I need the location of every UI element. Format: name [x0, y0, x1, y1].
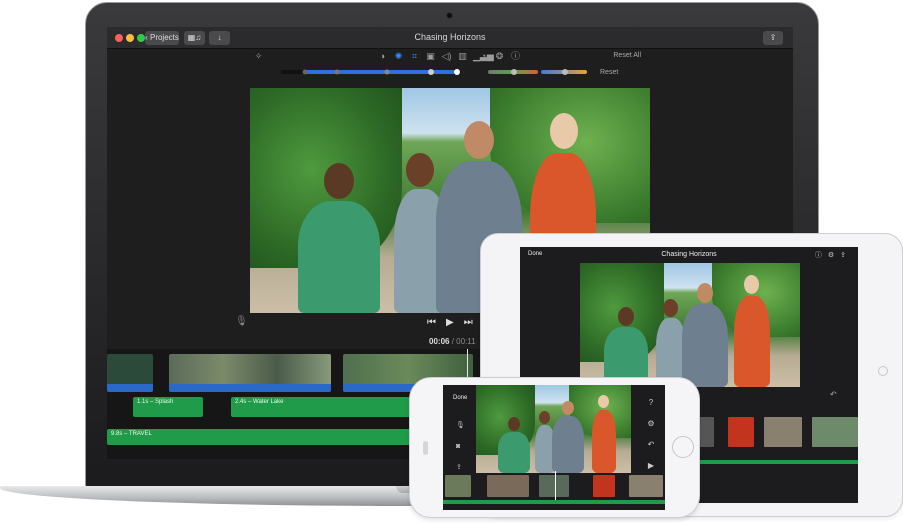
person-image: [498, 417, 530, 473]
clip-thumbnail[interactable]: [764, 417, 802, 447]
iphone-audio-track[interactable]: [443, 500, 665, 504]
iphone-video-viewer: [476, 385, 631, 473]
saturation-knob[interactable]: [511, 69, 517, 75]
magic-wand-icon[interactable]: ✧: [253, 51, 264, 62]
video-clip[interactable]: [107, 354, 153, 392]
video-clip[interactable]: [169, 354, 331, 392]
undo-icon[interactable]: ↶: [644, 434, 658, 455]
stabilization-icon[interactable]: ▣: [425, 51, 436, 62]
ipad-audio-track[interactable]: [690, 460, 858, 464]
camera-icon[interactable]: ◙: [456, 436, 465, 457]
reset-all-button[interactable]: Reset All: [613, 52, 641, 59]
iphone-right-tools: ? ⚙ ↶ ▶: [644, 392, 658, 476]
devices-scene: ‹ Projects ▦♫ ↓ Chasing Horizons ⇪ ✧ ◑ ✺…: [0, 0, 903, 525]
color-sliders: [281, 69, 587, 75]
playhead[interactable]: [555, 471, 556, 501]
speed-icon[interactable]: ◔: [478, 51, 489, 62]
iphone-speaker: [423, 441, 428, 455]
ipad-home-button[interactable]: [878, 366, 888, 376]
clip-thumbnail[interactable]: [728, 417, 754, 447]
color-correction-icon[interactable]: ✺: [393, 51, 404, 62]
slider-knob-black[interactable]: [302, 69, 308, 75]
iphone-home-button[interactable]: [672, 436, 694, 458]
play-icon[interactable]: ▶: [644, 455, 658, 476]
clip-thumbnail[interactable]: [445, 475, 471, 497]
person-image: [604, 307, 648, 387]
iphone-timeline-strip: [443, 471, 665, 501]
info-icon[interactable]: ⓘ: [510, 51, 521, 62]
skip-back-icon[interactable]: ⏮: [427, 317, 446, 328]
transport-controls: ⏮▶⏭: [427, 317, 483, 328]
share-icon[interactable]: ⇪: [763, 31, 783, 45]
noise-reduction-icon[interactable]: ▥: [457, 51, 468, 62]
ipad-top-icons: ⓘ⚙⇪: [815, 250, 852, 260]
iphone-left-tools: 🎙 ◙ ⇪: [456, 415, 465, 478]
help-icon[interactable]: ⓘ: [815, 252, 828, 259]
title-bar: ‹ Projects ▦♫ ↓ Chasing Horizons ⇪: [107, 27, 793, 49]
window-title: Chasing Horizons: [414, 32, 486, 42]
timecode: 00:06 / 00:11: [429, 337, 476, 346]
crop-icon[interactable]: ⌗: [409, 51, 420, 62]
settings-icon[interactable]: ⚙: [644, 413, 658, 434]
filter-icon[interactable]: ❂: [494, 51, 505, 62]
export-icon[interactable]: ⇪: [840, 252, 852, 259]
person-image: [552, 401, 584, 473]
slider-knob-contrast[interactable]: [428, 69, 434, 75]
color-balance-icon[interactable]: ◑: [377, 51, 388, 62]
clip-thumbnail[interactable]: [593, 475, 615, 497]
person-image: [298, 163, 380, 313]
slider-knob-shadows[interactable]: [334, 69, 340, 75]
slider-knob-highlights[interactable]: [454, 69, 460, 75]
audio-clip[interactable]: 1.1s – Splash: [133, 397, 203, 417]
help-icon[interactable]: ?: [644, 392, 658, 413]
adjustment-toolbar: ✧ ◑ ✺ ⌗ ▣ ◁) ▥ ▁▃▅ ◔ ❂ ⓘ Reset All: [107, 49, 793, 65]
person-image: [726, 275, 774, 387]
ipad-video-viewer: [580, 263, 800, 387]
volume-icon[interactable]: ◁): [441, 51, 452, 62]
camera-dot: [446, 12, 453, 19]
temperature-knob[interactable]: [562, 69, 568, 75]
clip-thumbnail[interactable]: [487, 475, 529, 497]
project-title: Chasing Horizons: [661, 251, 717, 258]
done-button[interactable]: Done: [453, 395, 467, 401]
clip-thumbnail[interactable]: [812, 417, 858, 447]
slider-knob-brightness[interactable]: [384, 69, 390, 75]
clip-thumbnail[interactable]: [629, 475, 663, 497]
clip-thumbnail[interactable]: [539, 475, 569, 497]
person-image: [586, 395, 620, 473]
microphone-icon[interactable]: 🎙: [456, 415, 465, 436]
play-icon[interactable]: ▶: [446, 317, 464, 328]
person-image: [682, 283, 728, 387]
microphone-icon[interactable]: 🎙: [235, 316, 248, 327]
undo-icon[interactable]: ↶: [830, 390, 837, 399]
reset-button[interactable]: Reset: [600, 69, 618, 76]
settings-icon[interactable]: ⚙: [828, 252, 840, 259]
clip-thumbnail[interactable]: [700, 417, 714, 447]
imovie-iphone-screen: Done 🎙 ◙ ⇪ ? ⚙ ↶ ▶: [443, 385, 665, 510]
